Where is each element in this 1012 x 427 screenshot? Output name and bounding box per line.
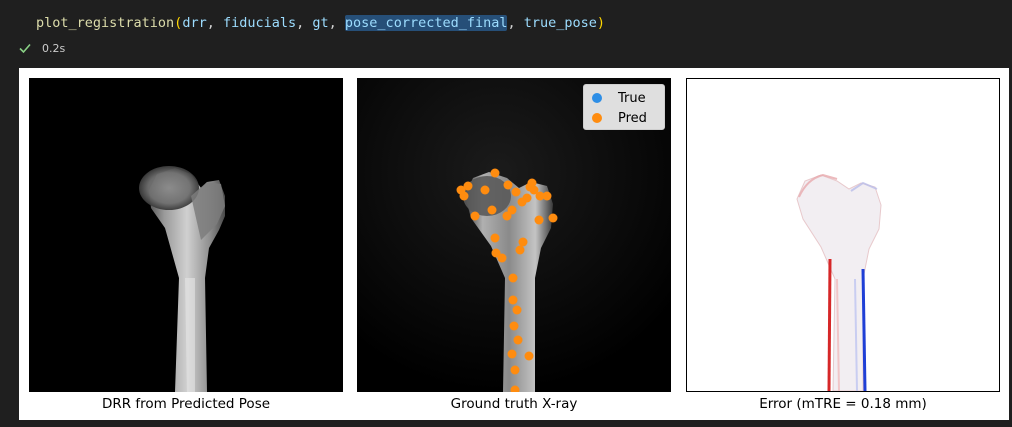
arg-gt: gt <box>312 15 329 31</box>
pred-marker <box>517 197 527 207</box>
pred-marker <box>503 180 513 190</box>
legend-item-true: True <box>592 90 646 106</box>
pred-marker <box>512 305 522 315</box>
legend-marker-pred <box>592 113 602 123</box>
pred-marker <box>508 295 518 305</box>
check-icon <box>19 43 31 54</box>
pred-marker <box>525 182 535 192</box>
arg-true-pose: true_pose <box>523 15 597 31</box>
arg-pose-corrected-final: pose_corrected_final <box>344 15 508 31</box>
pred-marker <box>510 385 520 392</box>
pred-marker <box>542 191 552 201</box>
pred-marker <box>456 185 466 195</box>
caption-drr: DRR from Predicted Pose <box>101 396 271 412</box>
pred-marker <box>548 213 558 223</box>
legend-marker-true <box>592 93 602 103</box>
legend-label-true: True <box>618 90 646 106</box>
pred-marker <box>507 349 517 359</box>
pred-marker <box>524 351 534 361</box>
arg-fiducials: fiducials <box>222 15 297 31</box>
execution-time: 0.2s <box>42 41 66 55</box>
output-figure: DRR from Predicted Pose True Pred Ground… <box>19 68 1009 420</box>
pred-marker <box>502 211 512 221</box>
function-name: plot_registration <box>36 15 175 31</box>
pred-marker <box>497 253 507 263</box>
execution-status: 0.2s <box>18 40 65 56</box>
legend-item-pred: Pred <box>592 110 647 126</box>
code-line[interactable]: plot_registration(drr, fiducials, gt, po… <box>36 14 605 32</box>
pred-marker <box>508 273 518 283</box>
pred-marker <box>490 168 500 178</box>
pred-marker <box>487 205 497 215</box>
legend: True Pred <box>583 84 665 130</box>
pred-marker <box>518 237 528 247</box>
error-map <box>686 78 1000 392</box>
arg-drr: drr <box>182 15 207 31</box>
caption-error: Error (mTRE = 0.18 mm) <box>759 396 927 412</box>
drr-image <box>29 78 343 392</box>
xray-image: True Pred <box>357 78 671 392</box>
legend-label-pred: Pred <box>618 110 647 126</box>
pred-marker <box>470 211 480 221</box>
pred-marker <box>480 185 490 195</box>
caption-xray: Ground truth X-ray <box>450 396 578 412</box>
code-cell[interactable]: plot_registration(drr, fiducials, gt, po… <box>0 0 1012 64</box>
pred-marker <box>509 321 519 331</box>
pred-marker <box>515 245 525 255</box>
pred-marker <box>513 335 523 345</box>
pred-marker <box>490 233 500 243</box>
pred-marker <box>534 215 544 225</box>
pred-marker <box>511 187 521 197</box>
pred-marker <box>510 365 520 375</box>
